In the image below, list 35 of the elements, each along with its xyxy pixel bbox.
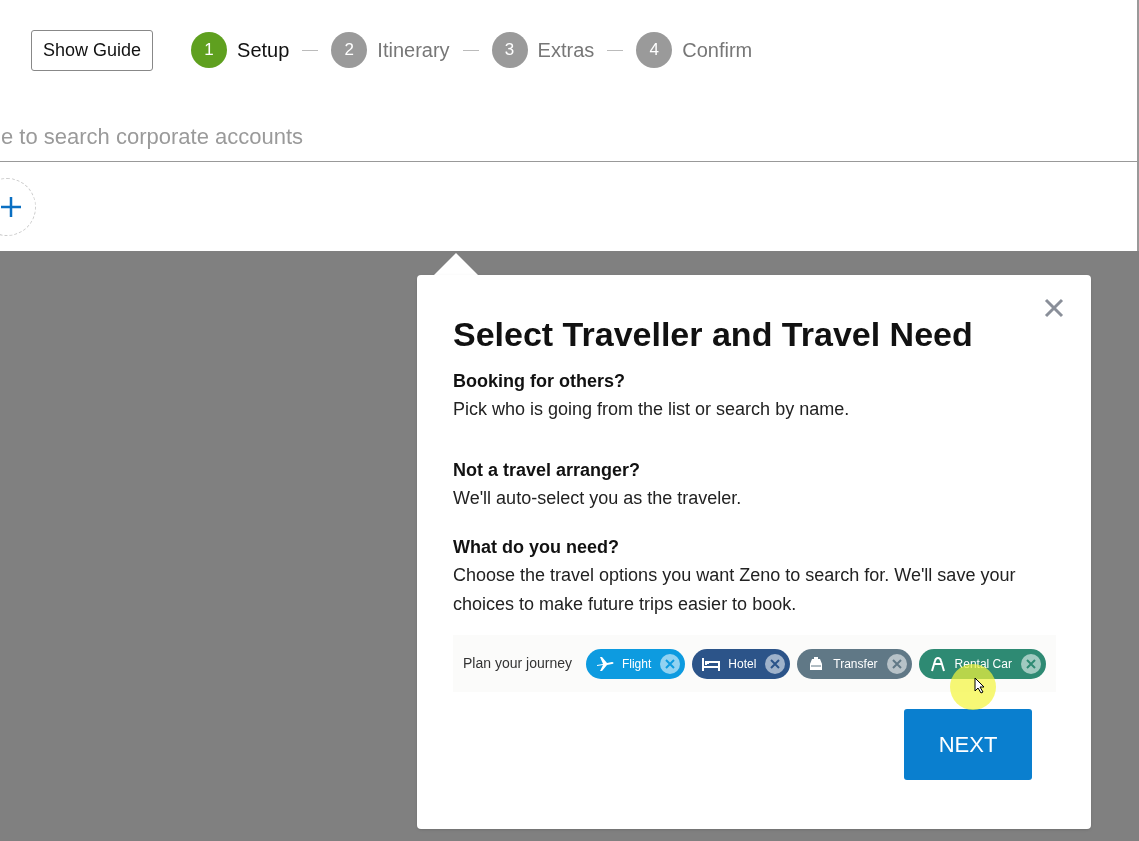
section-text: Choose the travel options you want Zeno to search for. We'll save your choices to make future trips easier to book. <box>453 564 1017 616</box>
step-number: 1 <box>191 32 228 68</box>
close-icon[interactable] <box>1044 298 1064 318</box>
chip-label: Flight <box>621 655 652 673</box>
remove-icon[interactable] <box>764 652 787 675</box>
popover-title: Select Traveller and Travel Need <box>453 314 974 355</box>
journey-label: Plan your journey <box>463 654 572 673</box>
travel-chip[interactable]: Rental Car <box>918 648 1046 679</box>
search-field[interactable]: e to search corporate accounts <box>1 120 1137 153</box>
step-number: 4 <box>636 32 673 68</box>
remove-icon[interactable] <box>885 652 908 675</box>
section-text: We'll auto-select you as the traveler. <box>453 487 743 510</box>
remove-icon[interactable] <box>1019 652 1042 675</box>
step-number: 2 <box>331 32 368 68</box>
step-label[interactable]: Extras <box>537 35 595 65</box>
travel-chip[interactable]: Flight <box>585 648 686 679</box>
remove-icon[interactable] <box>659 652 682 675</box>
chip-label: Transfer <box>833 655 878 673</box>
step-label[interactable]: Setup <box>237 35 290 65</box>
section-text: Pick who is going from the list or search by name. <box>453 398 851 421</box>
step-label[interactable]: Confirm <box>682 35 753 65</box>
show-guide-button[interactable]: Show Guide <box>31 29 154 71</box>
step-number: 3 <box>491 32 528 68</box>
section-heading: Booking for others? <box>453 370 626 393</box>
section-heading: What do you need? <box>453 536 620 559</box>
section-heading: Not a travel arranger? <box>453 459 642 482</box>
step-label[interactable]: Itinerary <box>377 35 450 65</box>
next-button[interactable]: NEXT <box>904 709 1032 780</box>
plus-icon <box>1 197 21 217</box>
chip-label: Hotel <box>728 655 757 673</box>
travel-chip[interactable]: Hotel <box>692 648 791 679</box>
cursor-icon <box>974 677 986 694</box>
plane-icon <box>595 654 614 673</box>
chip-label: Rental Car <box>954 655 1012 673</box>
travel-chip[interactable]: Transfer <box>797 648 912 679</box>
